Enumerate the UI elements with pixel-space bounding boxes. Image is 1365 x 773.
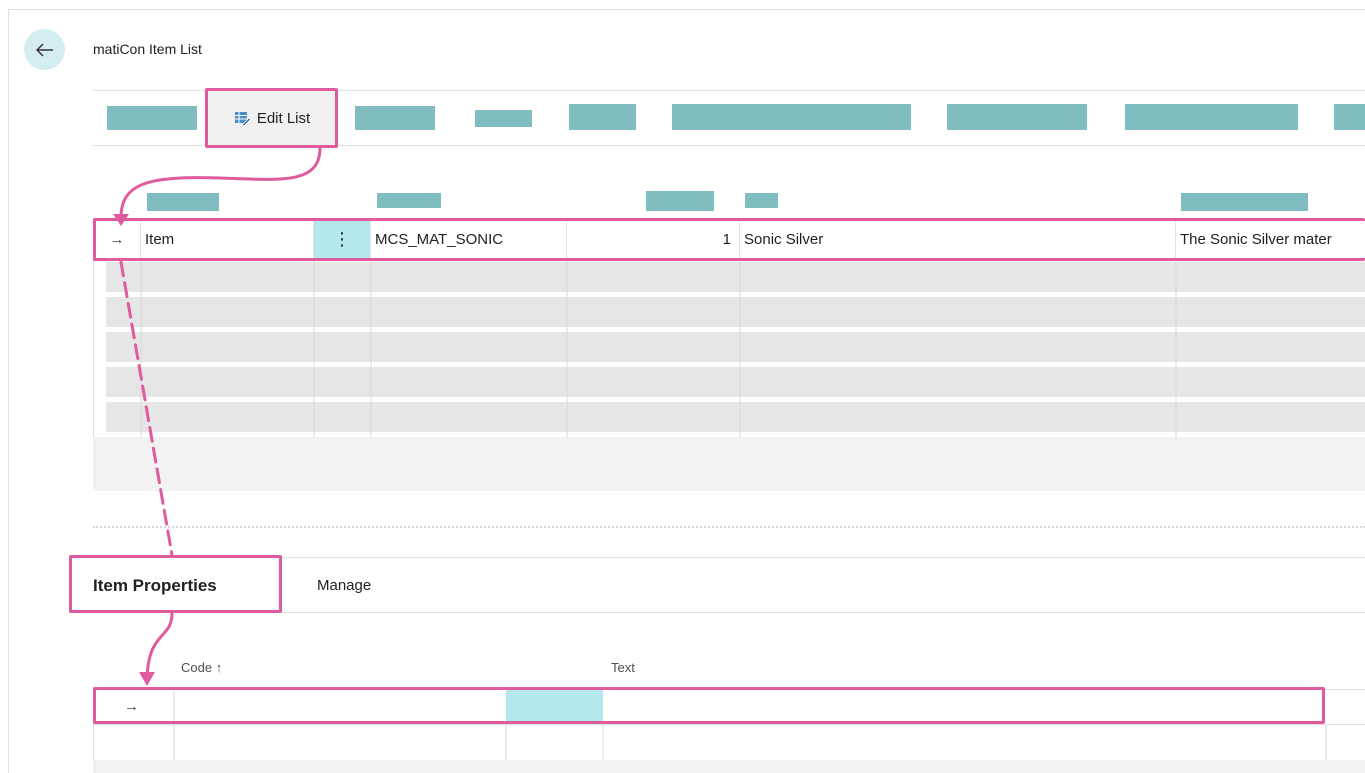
number-value: 1 [722,231,731,248]
column-header-code[interactable]: Code ↑ [181,660,222,675]
back-button[interactable] [24,29,65,70]
part-divider [93,526,1365,528]
action-placeholder[interactable] [1334,104,1365,130]
column-header-placeholder[interactable] [745,193,778,208]
properties-row[interactable]: → [94,690,1365,725]
action-placeholder[interactable] [672,104,911,130]
empty-table-row[interactable] [106,367,1365,397]
name-cell[interactable]: Sonic Silver [740,220,1176,259]
action-placeholder[interactable] [475,110,532,127]
empty-table-row[interactable] [106,297,1365,327]
action-placeholder[interactable] [947,104,1087,130]
column-header-placeholder[interactable] [1181,193,1308,211]
column-header-placeholder[interactable] [147,193,219,211]
code-cell[interactable]: MCS_MAT_SONIC [371,220,567,259]
empty-table-row[interactable] [106,332,1365,362]
type-cell[interactable]: Item [141,220,314,259]
action-placeholder[interactable] [1125,104,1298,130]
edit-list-icon [234,111,251,126]
edit-list-label: Edit List [256,109,311,127]
properties-grid-footer [93,760,1365,773]
column-header-placeholder[interactable] [377,193,441,208]
back-arrow-icon [35,42,53,57]
item-grid: → Item ⋮ MCS_MAT_SONIC 1 Sonic Silver Th… [93,219,1365,438]
row-indicator-cell: → [94,220,141,259]
row-selected-arrow-icon: → [109,231,125,248]
action-placeholder[interactable] [569,104,636,130]
table-row[interactable]: → Item ⋮ MCS_MAT_SONIC 1 Sonic Silver Th… [94,220,1365,260]
action-placeholder[interactable] [107,106,197,130]
column-header-text[interactable]: Text [611,660,635,675]
number-cell[interactable]: 1 [567,220,740,259]
tab-manage[interactable]: Manage [317,577,371,594]
row-menu-button[interactable]: ⋮ [314,220,371,259]
column-header-placeholder[interactable] [646,191,714,211]
active-cell[interactable] [506,690,603,724]
action-placeholder[interactable] [355,106,435,130]
page-title: matiCon Item List [93,41,202,57]
row-selected-arrow-icon: → [124,698,139,715]
empty-table-row[interactable] [106,402,1365,432]
tab-item-properties[interactable]: Item Properties [93,576,217,596]
empty-table-row[interactable] [106,262,1365,292]
description-cell[interactable]: The Sonic Silver mater [1176,220,1365,259]
more-options-icon: ⋮ [333,229,351,249]
edit-list-button[interactable]: Edit List [207,90,337,146]
part-header [69,557,1365,613]
